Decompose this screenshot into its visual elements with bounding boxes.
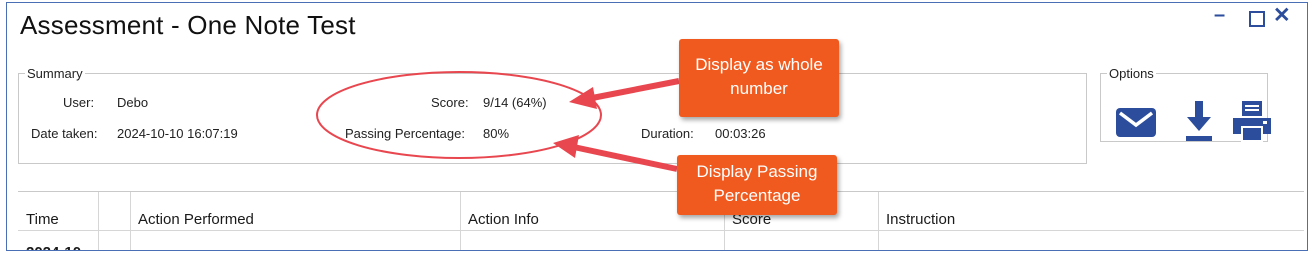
callout-passing-line2: Percentage (713, 186, 801, 205)
column-header-instruction[interactable]: Instruction (886, 211, 955, 228)
callout-passing-percentage: Display Passing Percentage (677, 155, 837, 215)
callout-whole-number-line2: number (730, 79, 788, 98)
arrow-passing-line (568, 143, 678, 172)
column-header-action-performed[interactable]: Action Performed (138, 211, 254, 228)
callout-whole-number: Display as whole number (679, 39, 839, 117)
actions-grid: Time Action Performed Action Info Score … (18, 191, 1304, 250)
callout-whole-number-line1: Display as whole (695, 55, 823, 74)
callout-passing-line1: Display Passing (696, 162, 818, 181)
column-header-action-info[interactable]: Action Info (468, 211, 539, 228)
arrow-score-line (586, 78, 680, 102)
column-header-time[interactable]: Time (26, 211, 59, 228)
table-row-partial-time: 2024-10 (26, 244, 81, 250)
assessment-window: Assessment - One Note Test – ✕ Summary U… (6, 2, 1308, 251)
